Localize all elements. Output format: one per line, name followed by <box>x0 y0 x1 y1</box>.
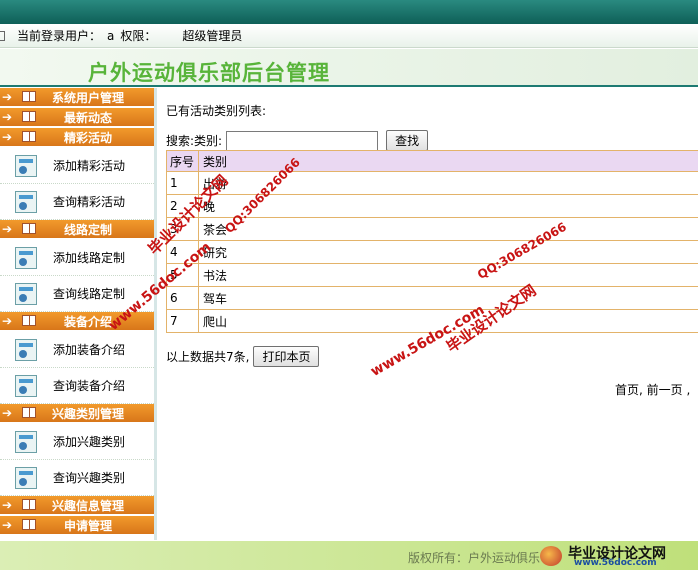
bar-marker-icon <box>0 30 5 41</box>
sidebar-category-news[interactable]: ➔ 最新动态 <box>0 108 154 126</box>
form-icon <box>15 246 37 269</box>
sidebar-item-query-interest-type[interactable]: 查询兴趣类别 <box>0 460 154 496</box>
search-input[interactable] <box>226 130 379 151</box>
sidebar-category-interest-types[interactable]: ➔ 兴趣类别管理 <box>0 404 154 422</box>
sidebar-category-system-users[interactable]: ➔ 系统用户管理 <box>0 88 154 106</box>
sidebar-category-applications[interactable]: ➔ 申请管理 <box>0 516 154 534</box>
list-title: 已有活动类别列表: <box>166 104 267 118</box>
logo-site: www.56doc.com <box>574 558 657 568</box>
app-title: 户外运动俱乐部后台管理 <box>88 61 330 85</box>
sidebar-category-interest-info[interactable]: ➔ 兴趣信息管理 <box>0 496 154 514</box>
table-row: 1 出游 <box>166 171 698 195</box>
sidebar-category-routes[interactable]: ➔ 线路定制 <box>0 220 154 238</box>
sidebar-item-add-interest-type[interactable]: 添加兴趣类别 <box>0 424 154 460</box>
sidebar-item-query-activity[interactable]: 查询精彩活动 <box>0 184 154 220</box>
table-row: 5 书法 <box>166 263 698 287</box>
role-value: 超级管理员 <box>182 29 243 43</box>
cell-category: 驾车 <box>198 286 698 310</box>
sidebar-item-add-equipment[interactable]: 添加装备介绍 <box>0 332 154 368</box>
cell-category: 晚 <box>198 194 698 218</box>
pager[interactable]: 首页, 前一页 , <box>615 381 690 398</box>
cell-index: 6 <box>166 286 199 310</box>
copyright-text: 版权所有：户外运动俱乐 <box>408 551 541 565</box>
form-icon <box>15 282 37 305</box>
cell-category: 茶会 <box>198 217 698 241</box>
sidebar-category-activities[interactable]: ➔ 精彩活动 <box>0 128 154 146</box>
cell-category: 书法 <box>198 263 698 287</box>
main-content: 已有活动类别列表: 搜索:类别: 查找 序号 类别 1 出游 2 晚 3 茶会 … <box>160 88 698 540</box>
sidebar-item-query-equipment[interactable]: 查询装备介绍 <box>0 368 154 404</box>
footer: 版权所有：户外运动俱乐 毕业设计论文网 www.56doc.com <box>0 541 698 570</box>
search-button[interactable]: 查找 <box>386 130 429 151</box>
logo-mark-icon <box>540 546 562 566</box>
table-header-row: 序号 类别 <box>166 150 698 172</box>
cell-index: 1 <box>166 171 199 195</box>
role-label: 权限： <box>120 29 157 43</box>
column-header-category: 类别 <box>198 150 698 172</box>
print-page-button[interactable]: 打印本页 <box>253 346 320 367</box>
site-logo: 毕业设计论文网 www.56doc.com <box>540 543 690 569</box>
banner: 户外运动俱乐部后台管理 <box>0 49 698 87</box>
form-icon <box>15 430 37 453</box>
form-icon <box>15 190 37 213</box>
table-row: 4 研究 <box>166 240 698 264</box>
cell-category: 研究 <box>198 240 698 264</box>
summary-row: 以上数据共7条, 打印本页 <box>166 346 320 367</box>
login-label: 当前登录用户： <box>17 29 102 43</box>
form-icon <box>15 374 37 397</box>
sidebar-item-add-route[interactable]: 添加线路定制 <box>0 240 154 276</box>
category-table: 序号 类别 1 出游 2 晚 3 茶会 4 研究 5 书法 6 驾车 7 爬山 <box>166 150 698 333</box>
search-label: 搜索:类别: <box>166 134 223 148</box>
sidebar-item-add-activity[interactable]: 添加精彩活动 <box>0 148 154 184</box>
user-info-bar: 当前登录用户： a 权限： 超级管理员 <box>0 24 698 48</box>
record-count: 以上数据共7条, <box>166 350 250 364</box>
search-row: 搜索:类别: 查找 <box>166 130 429 151</box>
table-row: 6 驾车 <box>166 286 698 310</box>
user-name: a <box>107 28 115 43</box>
column-header-index: 序号 <box>166 150 199 172</box>
form-icon <box>15 154 37 177</box>
form-icon <box>15 466 37 489</box>
cell-index: 7 <box>166 309 199 333</box>
top-bar <box>0 0 698 24</box>
form-icon <box>15 338 37 361</box>
